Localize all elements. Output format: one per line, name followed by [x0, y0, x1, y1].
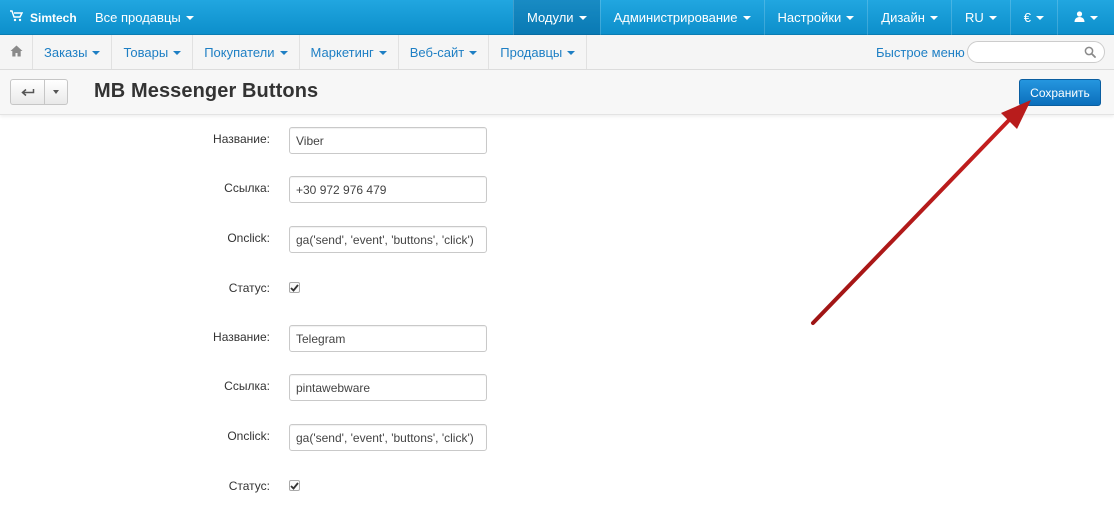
- field-name: Название:: [0, 325, 700, 352]
- chevron-down-icon: [988, 16, 997, 20]
- field-name: Название:: [0, 127, 700, 154]
- nav-item-label: Продавцы: [500, 44, 563, 60]
- top-bar: Simtech Все продавцы Модули Администриро…: [0, 0, 1114, 35]
- field-status: Статус:: [0, 276, 700, 303]
- top-menu-label: RU: [964, 10, 984, 25]
- onclick-input[interactable]: [289, 424, 487, 451]
- cart-icon: [10, 10, 24, 25]
- top-menu-administration[interactable]: Администрирование: [599, 0, 764, 35]
- field-label: Статус:: [228, 479, 270, 493]
- nav-item-label: Заказы: [44, 44, 88, 60]
- back-arrow-icon: [20, 85, 35, 100]
- nav-item-website[interactable]: Веб-сайт: [399, 35, 490, 69]
- status-checkbox[interactable]: [289, 480, 300, 491]
- user-icon: [1074, 10, 1085, 25]
- nav-items: Заказы Товары Покупатели Маркетинг Веб-с…: [33, 35, 588, 69]
- chevron-down-icon: [92, 50, 101, 55]
- nav-item-vendors[interactable]: Продавцы: [489, 35, 588, 69]
- chevron-down-icon: [567, 50, 576, 55]
- nav-item-orders[interactable]: Заказы: [33, 35, 113, 69]
- chevron-down-icon: [185, 16, 194, 20]
- page-header: MB Messenger Buttons Сохранить: [0, 70, 1114, 115]
- top-menu-label: Администрирование: [613, 10, 738, 25]
- top-menu-user[interactable]: [1057, 0, 1114, 35]
- field-label: Название:: [213, 330, 270, 344]
- page-title: MB Messenger Buttons: [94, 80, 319, 102]
- name-input[interactable]: [289, 127, 487, 154]
- top-right-menu: Модули Администрирование Настройки Дизай…: [512, 0, 1114, 35]
- nav-item-label: Товары: [123, 44, 169, 60]
- chevron-down-icon: [846, 16, 855, 20]
- chevron-down-icon: [53, 90, 59, 94]
- nav-item-marketing[interactable]: Маркетинг: [300, 35, 399, 69]
- back-button[interactable]: [10, 79, 45, 105]
- quick-menu-link[interactable]: Быстрое меню: [876, 35, 965, 69]
- top-menu-label: €: [1023, 10, 1031, 25]
- back-dropdown-toggle[interactable]: [45, 79, 68, 105]
- status-checkbox[interactable]: [289, 282, 300, 293]
- save-button[interactable]: Сохранить: [1019, 79, 1101, 106]
- onclick-input[interactable]: [289, 226, 487, 253]
- top-menu-label: Модули: [526, 10, 574, 25]
- home-button[interactable]: [0, 35, 33, 69]
- nav-item-label: Маркетинг: [310, 44, 374, 60]
- checkmark-icon: [290, 283, 299, 292]
- field-link: Ссылка:: [0, 374, 700, 401]
- nav-item-label: Веб-сайт: [409, 44, 465, 60]
- checkmark-icon: [290, 481, 299, 490]
- field-onclick: Onclick:: [0, 226, 700, 253]
- field-label: Ссылка:: [224, 181, 270, 195]
- search-input[interactable]: [976, 44, 1081, 60]
- chevron-down-icon: [1036, 16, 1044, 20]
- field-label: Ссылка:: [224, 379, 270, 393]
- top-menu-label: Дизайн: [881, 10, 925, 25]
- vendors-label: Все продавцы: [95, 10, 181, 25]
- home-icon: [10, 45, 23, 60]
- search-icon[interactable]: [1084, 46, 1096, 61]
- main-nav: Заказы Товары Покупатели Маркетинг Веб-с…: [0, 35, 1114, 70]
- chevron-down-icon: [279, 50, 288, 55]
- brand-label: Simtech: [30, 10, 77, 25]
- top-menu-modules[interactable]: Модули: [512, 0, 600, 35]
- link-input[interactable]: [289, 374, 487, 401]
- back-button-group: [10, 79, 68, 105]
- field-onclick: Onclick:: [0, 424, 700, 451]
- name-input[interactable]: [289, 325, 487, 352]
- search-box: [967, 41, 1105, 63]
- chevron-down-icon: [742, 16, 751, 20]
- field-label: Статус:: [228, 281, 270, 295]
- field-status: Статус:: [0, 474, 700, 501]
- field-label: Onclick:: [227, 231, 270, 245]
- nav-item-customers[interactable]: Покупатели: [193, 35, 300, 69]
- top-menu-language[interactable]: RU: [950, 0, 1010, 35]
- top-menu-settings[interactable]: Настройки: [763, 0, 868, 35]
- chevron-down-icon: [469, 50, 478, 55]
- chevron-down-icon: [1090, 16, 1098, 20]
- chevron-down-icon: [578, 16, 587, 20]
- brand[interactable]: Simtech: [10, 0, 77, 35]
- field-label: Название:: [213, 132, 270, 146]
- chevron-down-icon: [378, 50, 387, 55]
- link-input[interactable]: [289, 176, 487, 203]
- field-link: Ссылка:: [0, 176, 700, 203]
- chevron-down-icon: [173, 50, 182, 55]
- nav-item-label: Покупатели: [204, 44, 275, 60]
- top-menu-currency[interactable]: €: [1009, 0, 1057, 35]
- top-menu-design[interactable]: Дизайн: [867, 0, 951, 35]
- vendors-dropdown[interactable]: Все продавцы: [95, 0, 194, 35]
- field-label: Onclick:: [227, 429, 270, 443]
- chevron-down-icon: [929, 16, 938, 20]
- top-menu-label: Настройки: [777, 10, 842, 25]
- nav-item-products[interactable]: Товары: [112, 35, 194, 69]
